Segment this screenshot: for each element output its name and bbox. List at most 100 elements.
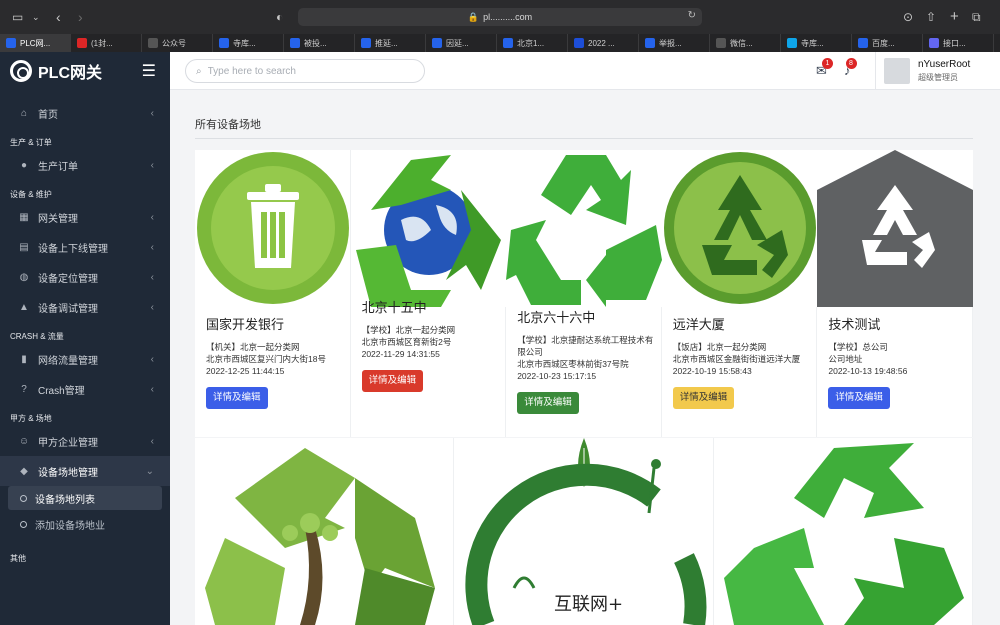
venue-card-detail: 2022-10-19 15:58:43 — [672, 366, 752, 376]
chevron-down-icon[interactable]: ⌄ — [32, 8, 40, 26]
venue-card[interactable]: 国家开发银行 【机关】北京一起分类网 北京市西城区复兴门内大街18号 2022-12-… — [195, 150, 351, 437]
sidebar-item[interactable]: ◆ 设备场地管理 ⌄ — [0, 456, 170, 486]
venue-card-detail: 2022-12-25 11:44:15 — [206, 366, 285, 376]
download-icon[interactable]: ⊙ — [903, 8, 913, 26]
tag-icon: ◆ — [20, 465, 28, 477]
sidebar-item[interactable]: ◍ 设备定位管理 ‹ — [0, 262, 170, 292]
favicon-icon — [645, 38, 655, 48]
sidebar-item-label: 首页 — [38, 109, 58, 121]
browser-tab[interactable]: 举报... — [639, 34, 710, 52]
venue-card[interactable]: 技术测试 【学校】总公司 公司地址 2022-10-13 19:48:56 详情及编辑 — [817, 150, 973, 437]
favicon-icon — [77, 38, 87, 48]
forward-icon[interactable]: › — [78, 8, 83, 26]
sidebar-item-label: 生产订单 — [38, 161, 78, 173]
sidebar-item[interactable]: ▤ 设备上下线管理 ‹ — [0, 232, 170, 262]
recycle-tree-image — [195, 438, 454, 625]
sidebar-item-label: 网络流量管理 — [38, 355, 98, 367]
grid-icon: ▦ — [19, 211, 29, 223]
favicon-icon — [503, 38, 513, 48]
browser-tab[interactable]: 公众号 — [142, 34, 213, 52]
venue-card[interactable]: 北京六十六中 【学校】北京捷耐达系统工程技术有限公司 北京市西城区枣林前街37号院 2… — [506, 150, 662, 437]
browser-tab[interactable]: 北京1... — [497, 34, 568, 52]
search-input[interactable] — [207, 65, 408, 77]
browser-tab[interactable]: 百度... — [852, 34, 923, 52]
sidebar-group-title: 生产 & 订单 — [10, 137, 52, 147]
venue-card-image[interactable] — [195, 438, 455, 625]
browser-tab[interactable]: 推延... — [355, 34, 426, 52]
venue-card-body: 技术测试 【学校】总公司 公司地址 2022-10-13 19:48:56 详情及编辑 — [828, 314, 966, 409]
tab-overview-icon[interactable]: ⧉ — [972, 8, 981, 26]
sidebar-item-label: 设备定位管理 — [38, 273, 98, 285]
sidebar-item[interactable]: ● 生产订单 ‹ — [0, 150, 170, 180]
browser-tab[interactable]: PLC网... — [0, 34, 71, 52]
back-icon[interactable]: ‹ — [56, 8, 61, 26]
favicon-icon — [6, 38, 16, 48]
browser-tab[interactable]: 2022 ... — [568, 34, 639, 52]
venue-card[interactable]: 远洋大厦 【饭店】北京一起分类网 北京市西城区金融街街道远洋大厦 2022-10-19… — [661, 150, 818, 437]
question-icon: ? — [21, 383, 27, 395]
reload-icon[interactable]: ↻ — [688, 10, 696, 21]
chevron-left-icon: ‹ — [150, 435, 154, 447]
browser-tab[interactable]: 接口... — [923, 34, 994, 52]
browser-tab[interactable]: 寺库... — [781, 34, 852, 52]
venue-card-image[interactable] — [713, 438, 973, 625]
favicon-icon — [148, 38, 158, 48]
user-role: 超级管理员 — [918, 73, 958, 82]
sidebar-item[interactable]: ☺ 甲方企业管理 ‹ — [0, 426, 170, 456]
sidebar-item[interactable]: ▮ 网络流量管理 ‹ — [0, 344, 170, 374]
bell-icon[interactable]: ♪ 8 — [844, 58, 857, 78]
details-edit-button[interactable]: 详情及编辑 — [828, 387, 890, 409]
browser-tab-label: 被投... — [304, 38, 327, 48]
sidebar-subitem-label: 设备场地列表 — [35, 494, 95, 506]
page-title: 所有设备场地 — [195, 119, 261, 131]
favicon-icon — [858, 38, 868, 48]
browser-tab[interactable]: 微信... — [710, 34, 781, 52]
menu-icon[interactable]: ☰ — [142, 61, 156, 81]
details-edit-button[interactable]: 详情及编辑 — [517, 392, 579, 414]
sidebar-toggle-icon[interactable]: ▭ — [12, 8, 23, 26]
search-box[interactable]: ⌕ — [185, 59, 425, 83]
address-bar[interactable]: 🔒 pl..........com ↻ — [298, 8, 702, 26]
venue-card-image[interactable]: 互联网+ — [454, 438, 714, 625]
chevron-left-icon: ‹ — [150, 159, 154, 171]
browser-tab-label: 寺库... — [233, 38, 256, 48]
details-edit-button[interactable]: 详情及编辑 — [361, 370, 424, 392]
sidebar-item-home[interactable]: ⌂ 首页 ‹ — [0, 98, 170, 128]
browser-tab-label: 微信... — [730, 38, 753, 48]
venue-card[interactable]: 北京十五中 【学校】北京一起分类网 北京市西城区育新街2号 2022-11-29 14… — [350, 150, 507, 437]
divider — [195, 138, 973, 139]
browser-tab-label: (1封... — [91, 38, 113, 48]
browser-tab[interactable]: 被投... — [284, 34, 355, 52]
sidebar-item-label: Crash管理 — [38, 385, 85, 397]
sidebar-item[interactable]: ▦ 网关管理 ‹ — [0, 202, 170, 232]
sidebar-item[interactable]: ? Crash管理 ‹ — [0, 374, 170, 404]
notification-count-badge: 8 — [845, 58, 857, 69]
sidebar-item[interactable]: ▲ 设备调试管理 ‹ — [0, 292, 170, 322]
sidebar-group-title: 设备 & 维护 — [10, 189, 52, 199]
user-menu[interactable]: nYuserRoot 超级管理员 — [875, 52, 1000, 90]
sidebar-subitem-add-venue[interactable]: 添加设备场地业 — [0, 512, 170, 536]
new-tab-icon[interactable]: + — [950, 8, 959, 26]
venue-card-title: 远洋大厦 — [672, 317, 725, 332]
venue-card-grid: 国家开发银行 【机关】北京一起分类网 北京市西城区复兴门内大街18号 2022-12-… — [195, 150, 973, 437]
favicon-icon — [574, 38, 584, 48]
details-edit-button[interactable]: 详情及编辑 — [672, 387, 735, 409]
browser-tab[interactable]: (1封... — [71, 34, 142, 52]
chevron-down-icon: ⌄ — [145, 465, 154, 477]
shield-icon[interactable]: ◐ — [276, 8, 283, 26]
sidebar-subitem-venue-list[interactable]: 设备场地列表 — [8, 486, 162, 510]
details-edit-button[interactable]: 详情及编辑 — [206, 387, 268, 409]
browser-tab-label: 北京1... — [517, 38, 545, 48]
share-icon[interactable]: ⇧ — [926, 8, 936, 26]
venue-card-title: 国家开发银行 — [206, 317, 285, 332]
bar-chart-icon: ▮ — [21, 353, 27, 365]
message-icon[interactable]: ✉ 1 — [816, 58, 833, 79]
chevron-left-icon: ‹ — [150, 241, 154, 253]
venue-card-detail: 北京市西城区育新街2号 — [361, 337, 452, 347]
browser-tab[interactable]: 寺库... — [213, 34, 284, 52]
venue-card-detail: 【学校】北京一起分类网 — [361, 325, 456, 335]
user-pin-icon: ◍ — [19, 271, 29, 283]
browser-tab[interactable]: 因延... — [426, 34, 497, 52]
avatar — [884, 58, 910, 84]
venue-card-detail: 2022-10-13 19:48:56 — [828, 366, 908, 376]
